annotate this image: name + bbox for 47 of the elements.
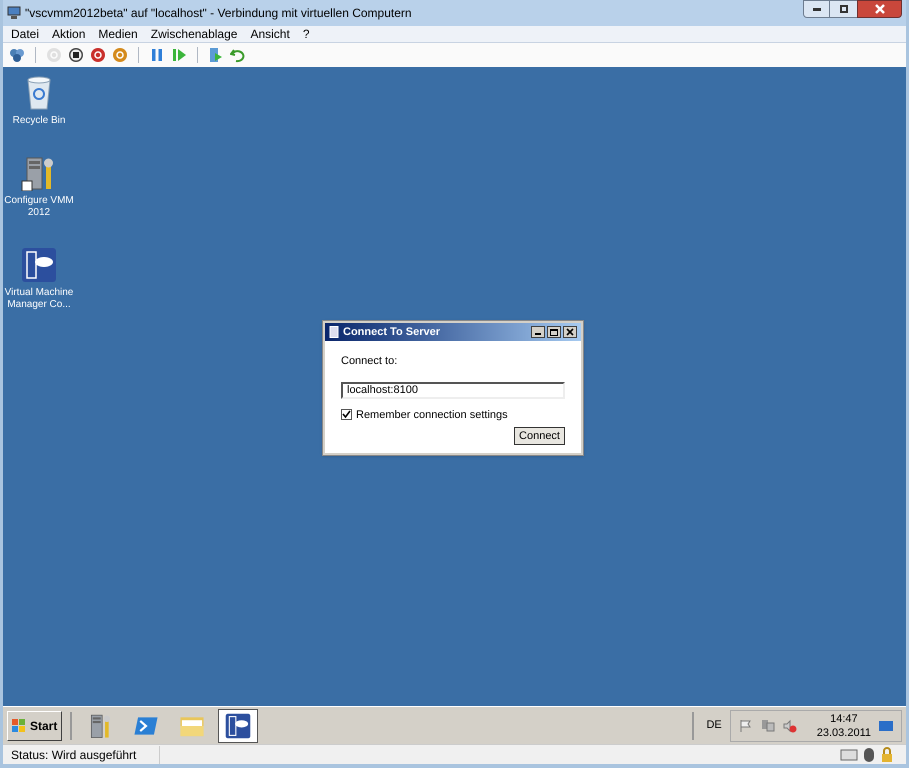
server-cloud-icon	[225, 712, 252, 738]
menu-item[interactable]: Ansicht	[250, 25, 290, 43]
status-text: Status: Wird ausgeführt	[3, 746, 160, 764]
maximize-button[interactable]	[547, 326, 561, 338]
stop-icon[interactable]	[68, 47, 84, 63]
pause-icon[interactable]	[149, 47, 165, 63]
maximize-button[interactable]	[830, 0, 857, 18]
menu-item[interactable]: ?	[302, 25, 310, 43]
desktop-icon-label[interactable]: Configure VMM 2012	[3, 195, 75, 219]
start-button[interactable]: Start	[7, 710, 62, 740]
windows-logo-icon	[12, 718, 26, 732]
shutdown-icon[interactable]	[90, 47, 106, 63]
close-icon	[566, 328, 574, 336]
computer-icon	[7, 6, 21, 20]
flag-icon[interactable]	[738, 718, 753, 732]
menu-item[interactable]: Zwischenablage	[150, 25, 238, 43]
clock-date[interactable]: 23.03.2011	[816, 726, 871, 740]
play-icon[interactable]	[171, 47, 187, 63]
save-state-icon[interactable]	[112, 47, 128, 63]
close-button[interactable]	[857, 0, 902, 18]
connect-button[interactable]: Connect	[514, 427, 565, 445]
dialog-title: Connect To Server	[343, 324, 440, 340]
close-button[interactable]	[563, 326, 577, 338]
server-cloud-icon	[21, 247, 57, 283]
snapshot-icon[interactable]	[208, 47, 224, 63]
server-address-field[interactable]: localhost:8100	[341, 382, 565, 398]
desktop-icon-label[interactable]: Recycle Bin	[12, 115, 66, 127]
desktop-icon[interactable]	[879, 720, 893, 730]
window-title: "vscvmm2012beta" auf "localhost" - Verbindung mit virtuellen Computern	[25, 5, 412, 22]
padlock-icon	[880, 746, 894, 762]
clock-time[interactable]: 14:47	[830, 712, 858, 726]
minimize-button[interactable]	[531, 326, 545, 338]
menu-item[interactable]: Datei	[11, 25, 40, 43]
menu-item[interactable]: Aktion	[52, 25, 86, 43]
menu-item[interactable]: Medien	[98, 25, 138, 43]
speaker-muted-icon[interactable]	[782, 718, 797, 732]
undo-icon[interactable]	[230, 47, 246, 63]
language-indicator[interactable]: DE	[702, 717, 726, 734]
taskbar-app-button[interactable]	[218, 708, 258, 742]
server-icon	[329, 326, 339, 338]
desktop-icon-label[interactable]: Virtual Machine Manager Co...	[3, 287, 75, 311]
minimize-button[interactable]	[803, 0, 830, 18]
close-icon	[874, 4, 884, 14]
mouse-icon	[862, 746, 876, 762]
checkbox[interactable]	[341, 409, 352, 420]
checkbox-label: Remember connection settings	[356, 408, 508, 422]
field-label: Connect to:	[341, 354, 398, 369]
